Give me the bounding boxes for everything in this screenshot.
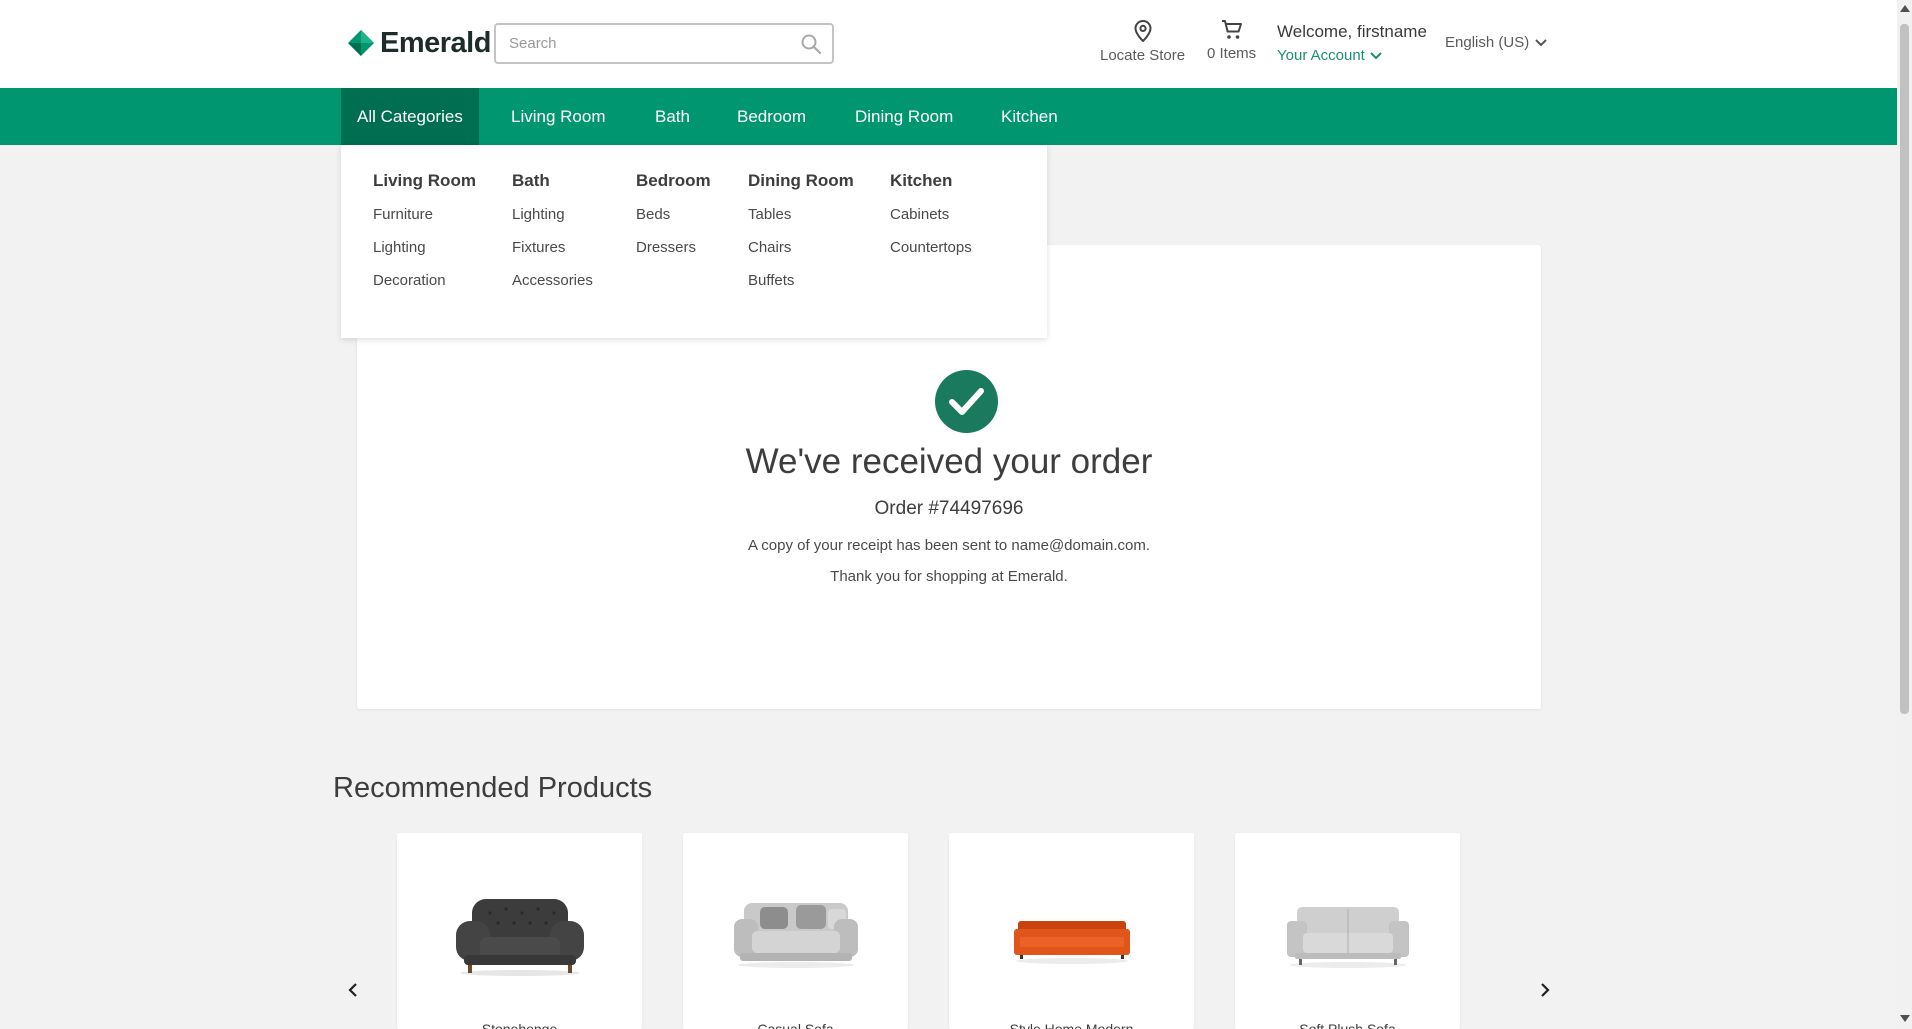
account-menu-toggle[interactable]: Your Account	[1277, 47, 1382, 64]
recommended-products-title: Recommended Products	[333, 772, 653, 804]
welcome-text: Welcome, firstname	[1277, 22, 1427, 41]
nav-item-dining-room[interactable]: Dining Room	[855, 88, 953, 145]
menu-link[interactable]: Tables	[748, 206, 854, 223]
menu-link[interactable]: Dressers	[636, 239, 711, 256]
scroll-down-arrow-icon[interactable]	[1900, 1015, 1910, 1022]
menu-link[interactable]: Decoration	[373, 272, 476, 289]
menu-link[interactable]: Accessories	[512, 272, 593, 289]
product-name: Casual Sofa	[757, 1021, 834, 1029]
product-card[interactable]: Style Home Modern	[949, 833, 1194, 1029]
brand-logo[interactable]: Emerald	[348, 26, 491, 60]
product-card[interactable]: Soft Plush Sofa	[1235, 833, 1460, 1029]
search-icon[interactable]	[800, 33, 822, 55]
product-card[interactable]: Stonehenge	[397, 833, 642, 1029]
menu-heading-bath[interactable]: Bath	[512, 171, 593, 191]
product-name: Style Home Modern	[1009, 1021, 1134, 1029]
search-box	[494, 23, 834, 64]
nav-item-bath[interactable]: Bath	[655, 88, 690, 145]
menu-column-dining-room: Dining Room Tables Chairs Buffets	[748, 171, 854, 305]
location-pin-icon	[1134, 20, 1152, 42]
product-name: Soft Plush Sofa	[1299, 1021, 1396, 1029]
menu-link[interactable]: Lighting	[373, 239, 476, 256]
menu-heading-bedroom[interactable]: Bedroom	[636, 171, 711, 191]
nav-item-kitchen[interactable]: Kitchen	[1001, 88, 1058, 145]
menu-column-bedroom: Bedroom Beds Dressers	[636, 171, 711, 272]
scroll-thumb[interactable]	[1900, 24, 1909, 714]
menu-column-bath: Bath Lighting Fixtures Accessories	[512, 171, 593, 305]
menu-link[interactable]: Beds	[636, 206, 711, 223]
cart-link[interactable]: 0 Items	[1207, 20, 1256, 62]
menu-link[interactable]: Lighting	[512, 206, 593, 223]
light-grey-sofa-image	[1286, 907, 1409, 968]
menu-heading-living-room[interactable]: Living Room	[373, 171, 476, 191]
page-scrollbar[interactable]	[1897, 0, 1912, 1029]
confirmation-title: We've received your order	[745, 442, 1153, 481]
nav-item-bedroom[interactable]: Bedroom	[737, 88, 806, 145]
nav-item-all-categories[interactable]: All Categories	[341, 88, 479, 145]
menu-heading-kitchen[interactable]: Kitchen	[890, 171, 972, 191]
locate-store-link[interactable]: Locate Store	[1100, 20, 1185, 64]
menu-link[interactable]: Chairs	[748, 239, 854, 256]
site-header: Emerald Locate Store 0 Items Welcome, fi…	[0, 0, 1897, 88]
menu-column-kitchen: Kitchen Cabinets Countertops	[890, 171, 972, 272]
order-number: Order #74497696	[874, 498, 1024, 519]
nav-item-living-room[interactable]: Living Room	[511, 88, 606, 145]
grey-sofa-image	[733, 903, 858, 968]
all-categories-dropdown: Living Room Furniture Lighting Decoratio…	[341, 145, 1047, 338]
chevron-down-icon	[1370, 51, 1382, 59]
carousel-prev-icon[interactable]	[343, 980, 363, 1000]
account-label: Your Account	[1277, 47, 1365, 64]
menu-link[interactable]: Furniture	[373, 206, 476, 223]
language-label: English (US)	[1445, 34, 1530, 51]
menu-link[interactable]: Buffets	[748, 272, 854, 289]
menu-link[interactable]: Cabinets	[890, 206, 972, 223]
language-selector[interactable]: English (US)	[1445, 34, 1547, 51]
thank-you-note: Thank you for shopping at Emerald.	[830, 568, 1068, 585]
orange-sofa-image	[1013, 921, 1130, 964]
shopping-cart-icon	[1221, 20, 1242, 39]
product-name: Stonehenge	[481, 1021, 558, 1029]
search-input[interactable]	[496, 25, 800, 62]
dark-chesterfield-chair-image	[455, 899, 584, 976]
product-card[interactable]: Casual Sofa	[683, 833, 908, 1029]
main-nav: All Categories Living Room Bath Bedroom …	[0, 88, 1897, 145]
cart-count: 0 Items	[1207, 45, 1257, 62]
scroll-up-arrow-icon[interactable]	[1900, 5, 1910, 12]
emerald-logo-icon	[348, 30, 374, 56]
chevron-down-icon	[1535, 38, 1547, 46]
locate-store-label: Locate Store	[1100, 47, 1186, 64]
receipt-note: A copy of your receipt has been sent to …	[747, 537, 1151, 554]
carousel-next-icon[interactable]	[1535, 980, 1555, 1000]
menu-heading-dining-room[interactable]: Dining Room	[748, 171, 854, 191]
menu-column-living-room: Living Room Furniture Lighting Decoratio…	[373, 171, 476, 305]
check-circle-icon	[935, 370, 998, 433]
menu-link[interactable]: Fixtures	[512, 239, 593, 256]
menu-link[interactable]: Countertops	[890, 239, 972, 256]
brand-name: Emerald	[380, 26, 491, 59]
